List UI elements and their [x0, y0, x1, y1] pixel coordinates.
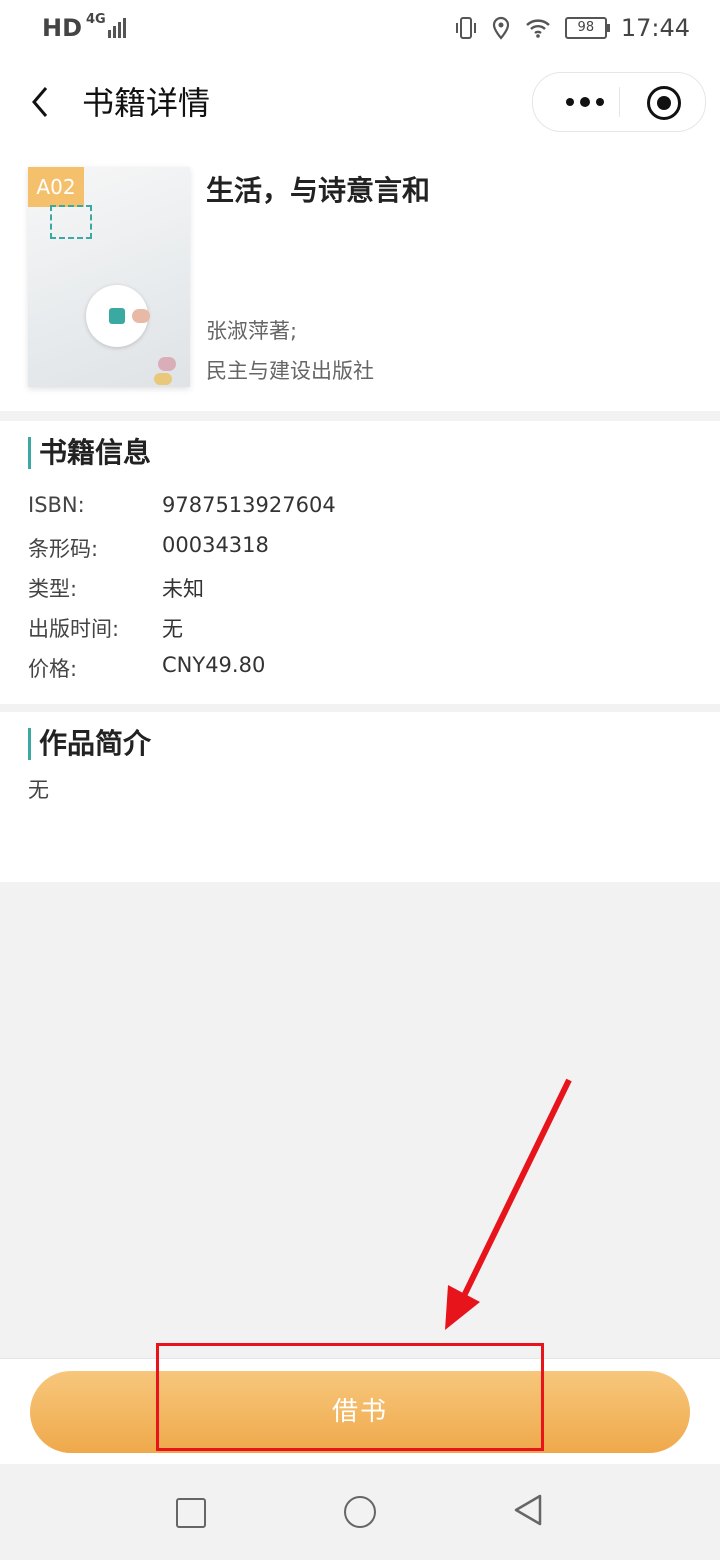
book-title: 生活，与诗意言和 [206, 174, 431, 207]
book-intro-section: 作品简介 无 [0, 712, 720, 882]
info-label: 类型: [28, 577, 78, 601]
info-label: 价格: [28, 657, 78, 681]
system-nav-bar [0, 1464, 720, 1560]
book-author: 张淑萍著; [206, 319, 298, 343]
book-cover-image: A02 [28, 167, 190, 387]
more-icon [566, 98, 574, 106]
network-type: 4G [86, 12, 106, 27]
location-icon [492, 16, 509, 40]
info-row-publish-date: 出版时间: 无 [28, 613, 183, 643]
page-title: 书籍详情 [82, 84, 211, 122]
book-info-section: 书籍信息 ISBN: 9787513927604 条形码: 00034318 类… [0, 421, 720, 704]
more-button[interactable] [555, 73, 615, 131]
info-value: 未知 [162, 577, 204, 601]
status-icons: 98 17:44 [455, 14, 690, 42]
clock: 17:44 [620, 14, 690, 42]
book-card: A02 生活，与诗意言和 张淑萍著; 民主与建设出版社 [0, 145, 720, 411]
back-button[interactable] [22, 80, 62, 124]
info-row-barcode: 条形码: 00034318 [28, 533, 269, 563]
nav-back-icon[interactable] [512, 1492, 544, 1528]
nav-home-icon[interactable] [344, 1496, 376, 1528]
section-title: 书籍信息 [28, 437, 151, 469]
battery-icon: 98 [564, 17, 610, 39]
info-value: 无 [162, 617, 183, 641]
info-value: 00034318 [162, 533, 269, 557]
close-mini-program-icon[interactable] [647, 86, 681, 120]
info-value: CNY49.80 [162, 653, 266, 677]
back-icon [32, 87, 48, 117]
nav-recent-icon[interactable] [176, 1498, 206, 1528]
info-label: ISBN: [28, 493, 85, 517]
info-value: 9787513927604 [162, 493, 336, 517]
mini-program-capsule [532, 72, 706, 132]
signal-icon [107, 14, 126, 38]
highlight-box [156, 1343, 544, 1451]
nav-header: 书籍详情 [0, 60, 720, 145]
info-label: 出版时间: [28, 617, 120, 641]
info-row-price: 价格: CNY49.80 [28, 653, 265, 683]
book-publisher: 民主与建设出版社 [206, 359, 374, 383]
vibrate-icon [455, 17, 476, 39]
status-bar: HD 4G 98 17:44 [0, 0, 720, 60]
cover-logo [50, 205, 92, 239]
hd-label: HD [42, 14, 83, 42]
info-row-isbn: ISBN: 9787513927604 [28, 493, 336, 517]
capsule-divider [619, 87, 620, 117]
info-label: 条形码: [28, 537, 99, 561]
info-row-type: 类型: 未知 [28, 573, 204, 603]
shelf-tag: A02 [28, 167, 84, 207]
section-title: 作品简介 [28, 728, 151, 760]
wifi-icon [526, 19, 550, 38]
intro-text: 无 [28, 778, 49, 802]
network-indicator: HD 4G [42, 12, 126, 42]
